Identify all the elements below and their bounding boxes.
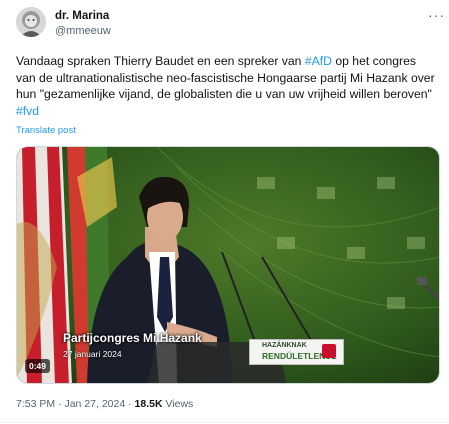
avatar[interactable] bbox=[16, 7, 46, 37]
podium-sign: HAZÁNKNAK RENDÜLETLENÜL bbox=[249, 339, 344, 365]
tweet-text-segment: Vandaag spraken Thierry Baudet en een sp… bbox=[16, 54, 305, 68]
views-label: Views bbox=[165, 398, 194, 410]
views-count: 18.5K bbox=[134, 398, 163, 410]
tweet-text: Vandaag spraken Thierry Baudet en een sp… bbox=[16, 53, 436, 119]
tweet-time[interactable]: 7:53 PM bbox=[16, 398, 55, 410]
video-player[interactable]: Partijcongres Mi Hazank 27 januari 2024 … bbox=[16, 146, 440, 384]
video-caption-date: 27 januari 2024 bbox=[63, 349, 122, 359]
hashtag-link[interactable]: #AfD bbox=[305, 54, 332, 68]
video-caption-title: Partijcongres Mi Hazank bbox=[63, 331, 202, 345]
more-options-icon[interactable]: ··· bbox=[428, 7, 445, 23]
translate-post-link[interactable]: Translate post bbox=[16, 125, 76, 136]
tweet-date[interactable]: Jan 27, 2024 bbox=[64, 398, 125, 410]
avatar-image bbox=[16, 7, 46, 37]
tweet-meta: 7:53 PM · Jan 27, 2024 · 18.5K Views bbox=[16, 398, 193, 410]
video-duration-badge: 0:49 bbox=[25, 359, 51, 373]
hashtag-link[interactable]: #fvd bbox=[16, 104, 39, 118]
party-logo-icon bbox=[322, 344, 336, 358]
podium-sign-line1: HAZÁNKNAK bbox=[262, 342, 307, 349]
divider bbox=[0, 422, 449, 423]
display-name[interactable]: dr. Marina bbox=[55, 10, 109, 22]
tweet: dr. Marina @mmeeuw ··· Vandaag spraken T… bbox=[0, 0, 449, 424]
user-handle[interactable]: @mmeeuw bbox=[55, 25, 111, 37]
